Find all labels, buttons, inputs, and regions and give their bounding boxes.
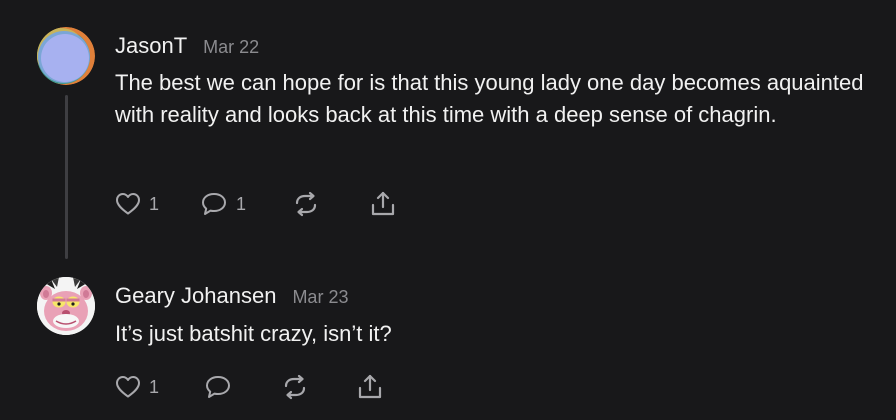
comment-meta: Geary Johansen Mar 23 bbox=[115, 283, 348, 309]
author-name[interactable]: Geary Johansen bbox=[115, 283, 276, 309]
comment-text: The best we can hope for is that this yo… bbox=[115, 70, 864, 127]
heart-icon bbox=[116, 376, 140, 398]
share-button[interactable] bbox=[369, 189, 397, 219]
avatar[interactable] bbox=[37, 277, 95, 335]
speech-bubble-icon bbox=[206, 376, 230, 398]
comment-actions: 1 1 bbox=[115, 189, 415, 219]
reply-count: 1 bbox=[236, 193, 247, 214]
share-icon bbox=[371, 191, 395, 216]
reply-button[interactable] bbox=[204, 372, 232, 402]
author-name[interactable]: JasonT bbox=[115, 33, 187, 59]
comment-meta: JasonT Mar 22 bbox=[115, 33, 259, 59]
gradient-avatar-icon bbox=[37, 27, 95, 85]
comment-item: Geary Johansen Mar 23 It’s just batshit … bbox=[0, 270, 896, 420]
pink-panther-avatar-icon bbox=[37, 277, 95, 335]
comment-date[interactable]: Mar 23 bbox=[292, 287, 348, 308]
comment-actions: 1 bbox=[115, 372, 415, 402]
share-button[interactable] bbox=[356, 372, 384, 402]
avatar[interactable] bbox=[37, 27, 95, 85]
comment-text: It’s just batshit crazy, isn’t it? bbox=[115, 321, 392, 346]
like-count: 1 bbox=[149, 376, 160, 397]
share-icon bbox=[358, 374, 382, 399]
restack-icon bbox=[295, 191, 317, 217]
reply-button[interactable]: 1 bbox=[200, 189, 246, 219]
like-count: 1 bbox=[149, 193, 160, 214]
like-button[interactable]: 1 bbox=[115, 372, 159, 402]
restack-button[interactable] bbox=[292, 189, 320, 219]
speech-bubble-icon bbox=[202, 193, 226, 215]
restack-button[interactable] bbox=[281, 372, 309, 402]
comment-item: JasonT Mar 22 The best we can hope for i… bbox=[0, 0, 896, 270]
restack-icon bbox=[284, 374, 306, 400]
comment-date[interactable]: Mar 22 bbox=[203, 37, 259, 58]
like-button[interactable]: 1 bbox=[115, 189, 159, 219]
heart-icon bbox=[116, 193, 140, 215]
thread-line bbox=[65, 95, 68, 259]
